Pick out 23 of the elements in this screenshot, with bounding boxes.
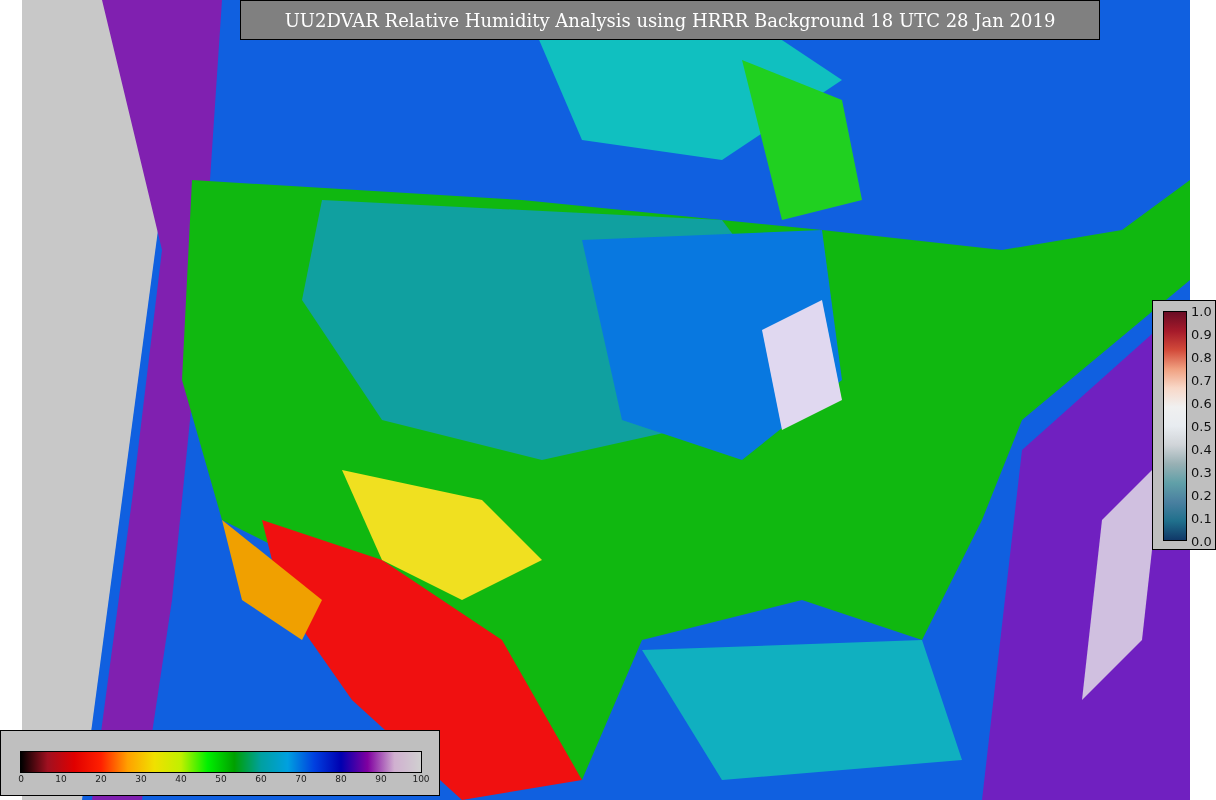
colorbar-tick-label: 0.7: [1191, 373, 1212, 387]
colorbar-tick-label: 1.0: [1191, 304, 1212, 318]
colorbar-tick-label: 30: [135, 775, 147, 784]
colorbar-tick-label: 0.9: [1191, 327, 1212, 341]
colorbar-tick-label: 50: [215, 775, 227, 784]
colorbar-tick-label: 90: [375, 775, 387, 784]
colorbar-tick-label: 0.8: [1191, 350, 1212, 364]
colorbar-tick-label: 0.2: [1191, 488, 1212, 502]
colorbar-tick-label: 60: [255, 775, 267, 784]
colorbar-tick-label: 100: [412, 775, 430, 784]
map-title: UU2DVAR Relative Humidity Analysis using HRRR Background 18 UTC 28 Jan 2019: [240, 0, 1100, 40]
colorbar-tick-label: 80: [335, 775, 347, 784]
colorbar-tick-label: 20: [95, 775, 107, 784]
colorbar-tick-label: 0.6: [1191, 396, 1212, 410]
colorbar-tick-label: 0.3: [1191, 465, 1212, 479]
colorbar-tick-label: 40: [175, 775, 187, 784]
colorbar-tick-label: 0.1: [1191, 511, 1212, 525]
colorbar-tick-label: 70: [295, 775, 307, 784]
colorbar-tick-label: 0.0: [1191, 534, 1212, 548]
colorbar-tick-label: 0.5: [1191, 419, 1212, 433]
colorbar-tick-label: 0.4: [1191, 442, 1212, 456]
colorbar-tick-label: 10: [55, 775, 67, 784]
colorbar-tick-label: 0: [18, 775, 24, 784]
